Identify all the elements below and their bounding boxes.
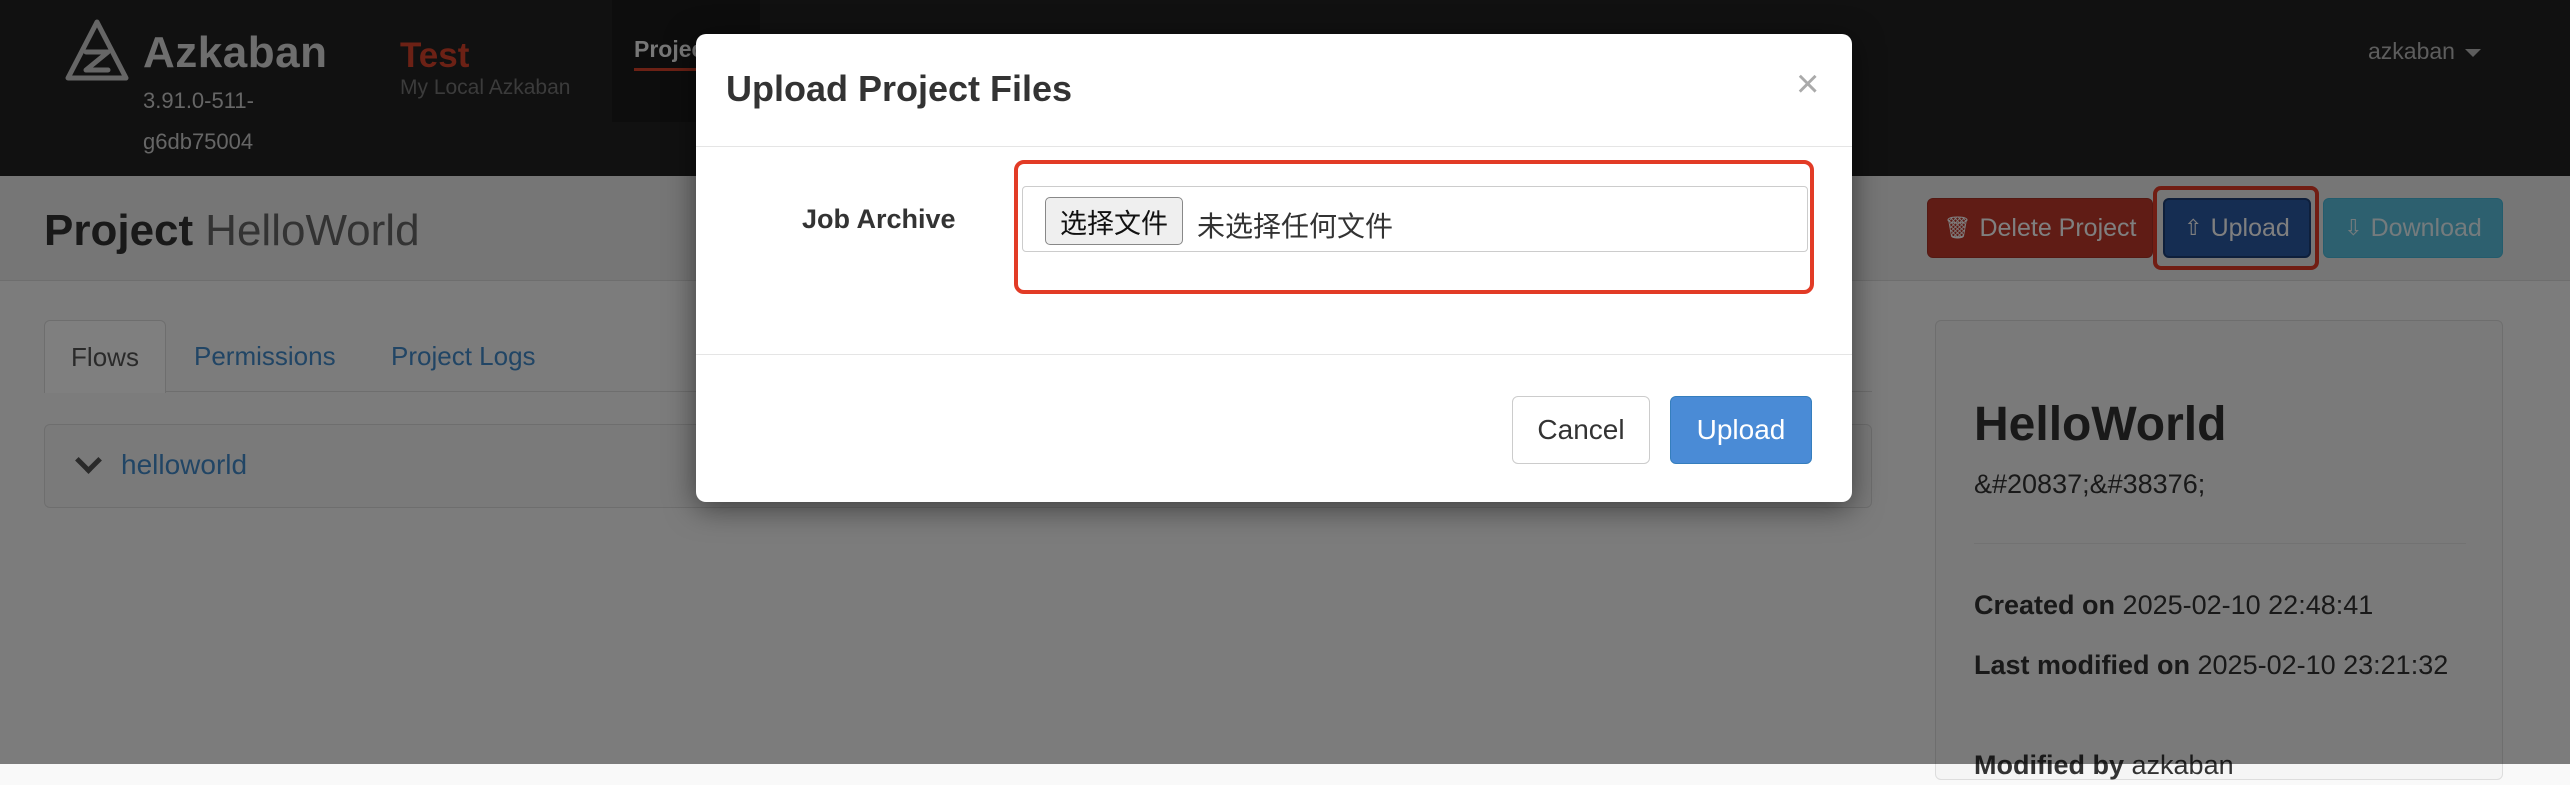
highlight-box-file-input	[1014, 160, 1814, 294]
modal-header-divider	[696, 146, 1852, 147]
job-archive-label: Job Archive	[802, 204, 956, 234]
close-icon[interactable]: ×	[1796, 64, 1819, 104]
cancel-button[interactable]: Cancel	[1512, 396, 1650, 464]
upload-modal: Upload Project Files × Job Archive 选择文件 …	[696, 34, 1852, 502]
modal-upload-button[interactable]: Upload	[1670, 396, 1812, 464]
modal-title: Upload Project Files	[726, 68, 1073, 109]
modal-footer-divider	[696, 354, 1852, 355]
